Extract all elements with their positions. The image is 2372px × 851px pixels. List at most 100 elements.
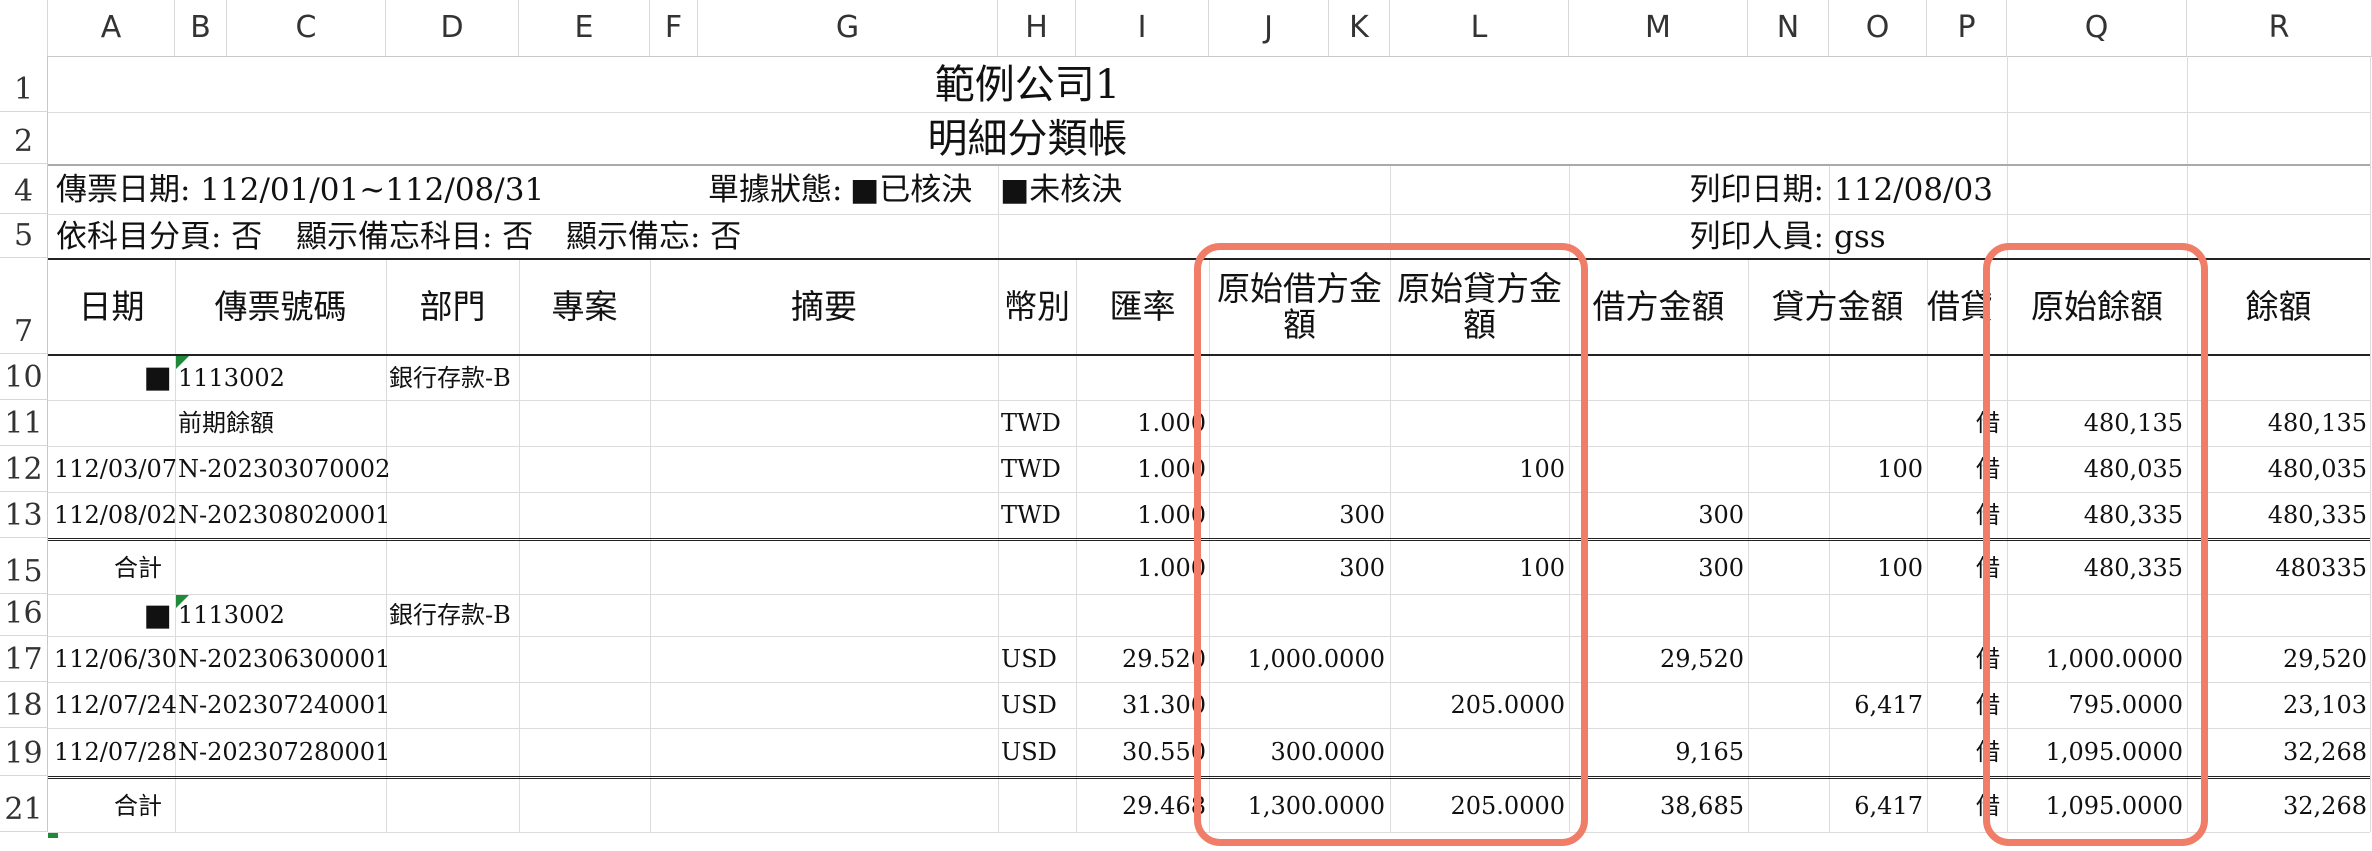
column-header-a[interactable]: A <box>48 0 175 56</box>
header-rate: 匯率 <box>1109 287 1176 326</box>
balance: 32,268 <box>2283 738 2367 766</box>
print-date-label: 列印日期: <box>1689 172 1824 208</box>
voucher-no: N-202306300001 <box>178 645 391 673</box>
column-header-o[interactable]: O <box>1829 0 1927 56</box>
column-header-k[interactable]: K <box>1329 0 1390 56</box>
column-header-b[interactable]: B <box>175 0 227 56</box>
column-header-l[interactable]: L <box>1390 0 1569 56</box>
total-label: 合計 <box>114 792 162 820</box>
column-header-f[interactable]: F <box>650 0 698 56</box>
exchange-rate: 1.000 <box>1137 455 1206 483</box>
column-header-g[interactable]: G <box>698 0 998 56</box>
exchange-rate: 29.520 <box>1122 645 1206 673</box>
header-currency: 幣別 <box>1004 287 1070 326</box>
select-all-corner[interactable] <box>0 0 48 56</box>
row-header-7[interactable]: 7 <box>0 258 48 354</box>
show-memo-account-option: 顯示備忘科目: 否 <box>296 219 534 255</box>
column-header-h[interactable]: H <box>998 0 1076 56</box>
entry-date: 112/07/24 <box>54 691 178 719</box>
total-rate: 1.000 <box>1137 554 1206 582</box>
total-balance: 32,268 <box>2283 792 2367 820</box>
column-header-j[interactable]: J <box>1209 0 1329 56</box>
header-summary: 摘要 <box>791 287 857 326</box>
column-header-r[interactable]: R <box>2187 0 2372 56</box>
entry-date: 112/08/02 <box>54 501 178 529</box>
total-rate: 29.468 <box>1122 792 1206 820</box>
row-header-17[interactable]: 17 <box>0 636 48 682</box>
entry-date: 112/06/30 <box>54 645 178 673</box>
currency: TWD <box>1001 455 1061 483</box>
row-header-19[interactable]: 19 <box>0 728 48 776</box>
exchange-rate: 31.300 <box>1122 691 1206 719</box>
header-voucher-no: 傳票號碼 <box>214 287 347 326</box>
show-memo-option: 顯示備忘: 否 <box>566 219 742 255</box>
row-header-15[interactable]: 15 <box>0 538 48 594</box>
group-marker: ■ <box>143 598 172 633</box>
spreadsheet[interactable]: A B C D E F G H I J K L M N O P Q R 1 2 … <box>0 0 2372 851</box>
header-department: 部門 <box>419 287 486 326</box>
total-label: 合計 <box>114 554 162 582</box>
exchange-rate: 30.550 <box>1122 738 1206 766</box>
credit-amount: 6,417 <box>1854 691 1923 719</box>
grid-line <box>48 214 2370 215</box>
column-header-q[interactable]: Q <box>2007 0 2187 56</box>
column-header-m[interactable]: M <box>1569 0 1748 56</box>
group-account-name: 銀行存款-B <box>389 601 511 629</box>
row-header-13[interactable]: 13 <box>0 492 48 538</box>
total-balance: 480335 <box>2275 554 2367 582</box>
row-header-18[interactable]: 18 <box>0 682 48 728</box>
exchange-rate: 1.000 <box>1137 409 1206 437</box>
row-header-2[interactable]: 2 <box>0 112 48 164</box>
company-title: 範例公司1 <box>934 62 1121 108</box>
grid-line <box>48 112 2370 113</box>
currency: USD <box>1001 738 1057 766</box>
credit-amount: 100 <box>1877 455 1923 483</box>
row-header-16[interactable]: 16 <box>0 594 48 636</box>
row-header-5[interactable]: 5 <box>0 214 48 258</box>
printer-label: 列印人員: <box>1689 219 1824 255</box>
voucher-no: N-202303070002 <box>178 455 391 483</box>
group-marker: ■ <box>143 360 172 395</box>
column-header-d[interactable]: D <box>386 0 519 56</box>
balance: 23,103 <box>2283 691 2367 719</box>
voucher-status-label: 單據狀態: <box>708 172 843 208</box>
entry-date: 112/03/07 <box>54 455 178 483</box>
currency: USD <box>1001 691 1057 719</box>
row-header-10[interactable]: 10 <box>0 354 48 400</box>
voucher-date-range: 傳票日期: 112/01/01~112/08/31 <box>56 172 545 208</box>
header-credit: 貸方金額 <box>1771 287 1904 326</box>
highlight-original-balance <box>1983 243 2208 846</box>
column-header-c[interactable]: C <box>227 0 386 56</box>
column-header-n[interactable]: N <box>1748 0 1829 56</box>
row-header-4[interactable]: 4 <box>0 164 48 214</box>
total-credit: 6,417 <box>1854 792 1923 820</box>
report-title: 明細分類帳 <box>927 116 1128 162</box>
header-project: 專案 <box>551 287 618 326</box>
entry-date: 112/07/28 <box>54 738 178 766</box>
highlight-original-amounts <box>1194 243 1588 846</box>
print-date: 112/08/03 <box>1834 172 1993 208</box>
header-date: 日期 <box>78 287 145 326</box>
group-account-name: 銀行存款-B <box>389 364 511 392</box>
debit-amount: 300 <box>1698 501 1744 529</box>
group-account-code: 1113002 <box>178 601 285 629</box>
column-header-e[interactable]: E <box>519 0 650 56</box>
row-header-12[interactable]: 12 <box>0 446 48 492</box>
row-header-21[interactable]: 21 <box>0 776 48 832</box>
paging-option: 依科目分頁: 否 <box>56 219 263 255</box>
row-header-1[interactable]: 1 <box>0 56 48 112</box>
column-header-i[interactable]: I <box>1076 0 1209 56</box>
debit-amount: 29,520 <box>1660 645 1744 673</box>
header-debit: 借方金額 <box>1592 287 1725 326</box>
voucher-no: 前期餘額 <box>178 409 274 437</box>
total-debit: 300 <box>1698 554 1744 582</box>
total-debit: 38,685 <box>1660 792 1744 820</box>
approved-status: ■已核決 <box>850 172 973 208</box>
column-header-p[interactable]: P <box>1927 0 2007 56</box>
voucher-no: N-202308020001 <box>178 501 391 529</box>
debit-amount: 9,165 <box>1675 738 1744 766</box>
currency: TWD <box>1001 409 1061 437</box>
column-header-row: A B C D E F G H I J K L M N O P Q R <box>0 0 2372 57</box>
row-header-11[interactable]: 11 <box>0 400 48 446</box>
currency: USD <box>1001 645 1057 673</box>
